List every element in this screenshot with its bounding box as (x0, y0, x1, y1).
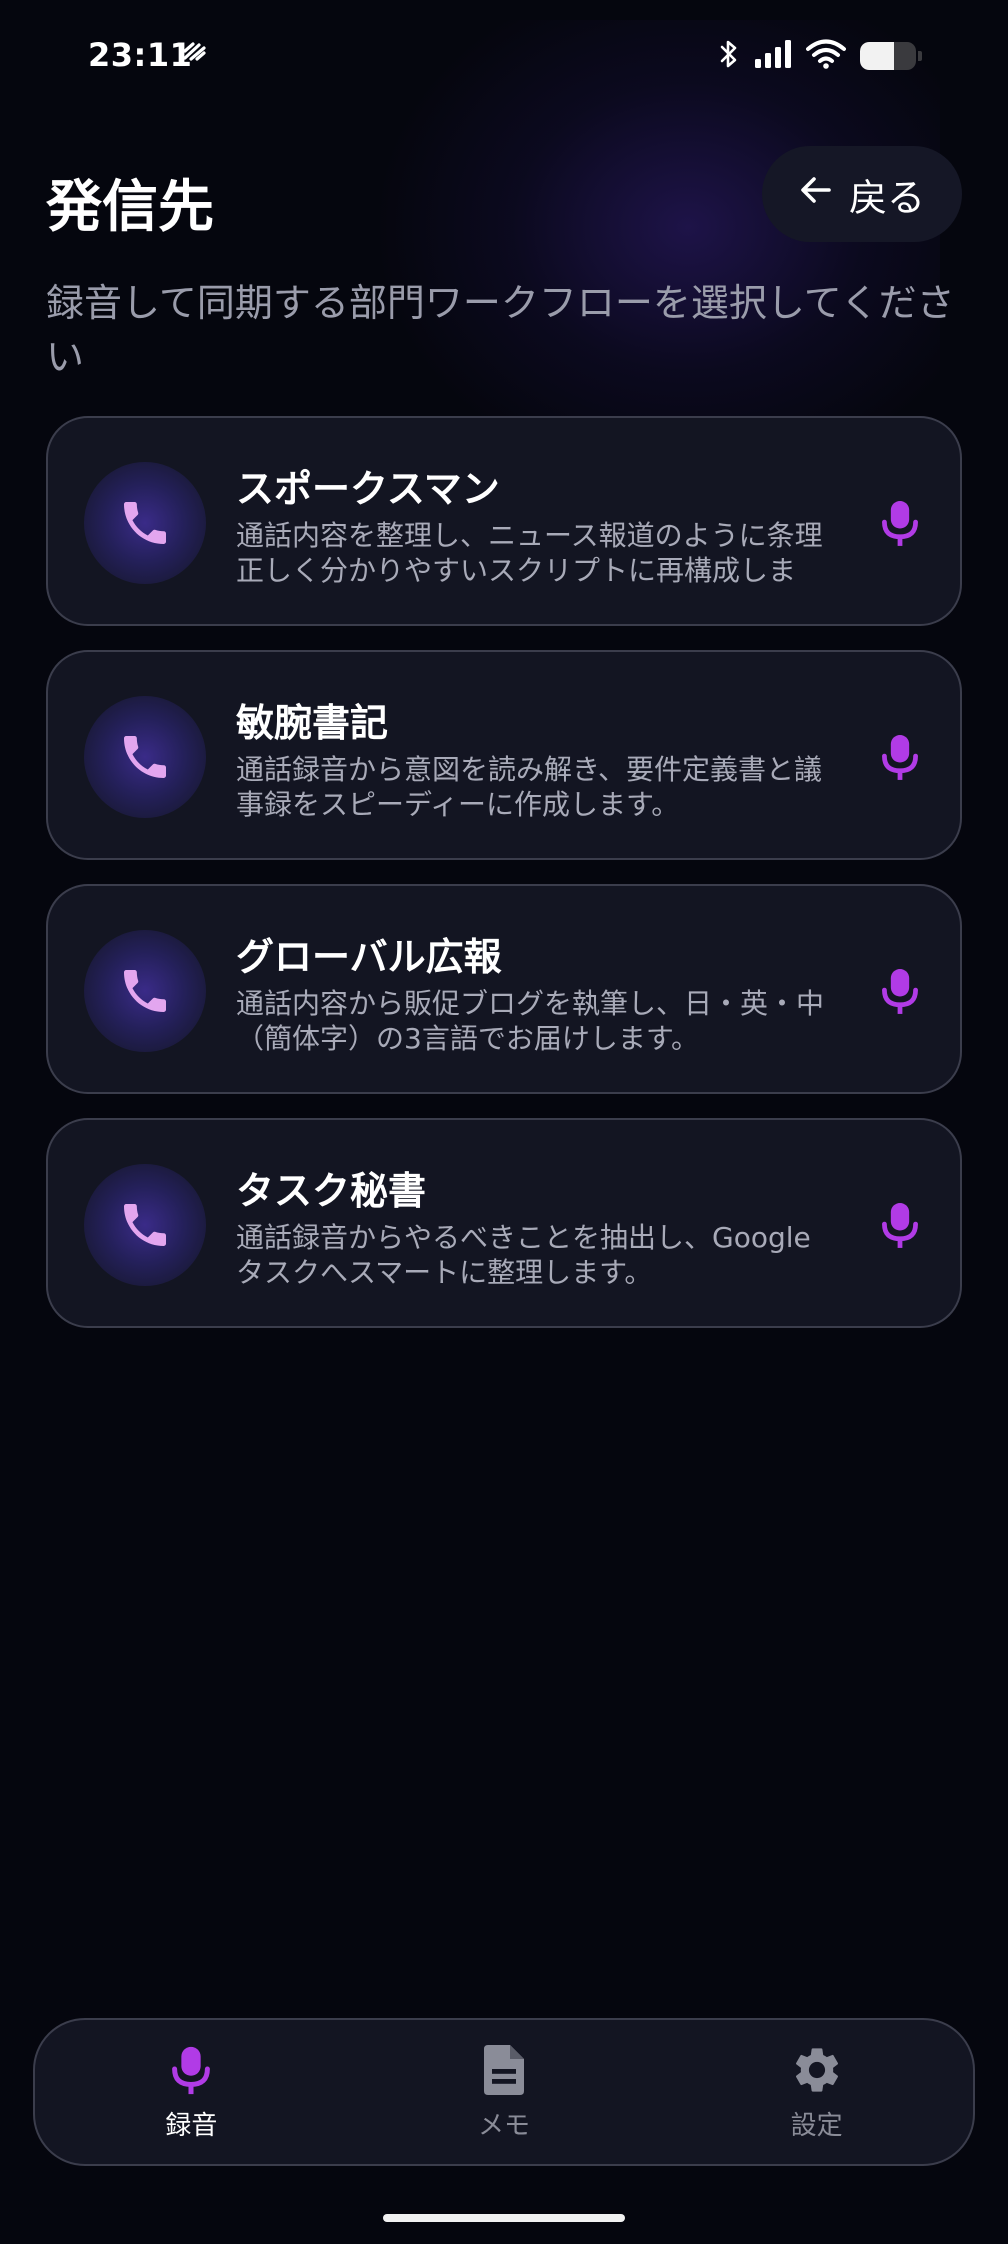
mic-icon[interactable] (878, 497, 922, 553)
mic-icon[interactable] (878, 1199, 922, 1255)
nav-tab-label: メモ (477, 2110, 530, 2141)
page-title: 発信先 (46, 175, 214, 240)
wifi-icon (806, 39, 846, 73)
document-icon (482, 2043, 526, 2101)
workflow-card-spokesman[interactable]: スポークスマン 通話内容を整理し、ニュース報道のように条理正しく分かりやすいスク… (46, 416, 962, 626)
page-subtitle: 録音して同期する部門ワークフローを選択してください (46, 281, 955, 379)
battery-fill (860, 42, 894, 70)
gear-icon (790, 2043, 844, 2101)
workflow-title: タスク秘書 (236, 1169, 427, 1213)
workflow-card-task-secretary[interactable]: タスク秘書 通話録音からやるべきことを抽出し、Google タスクへスマートに整… (46, 1118, 962, 1328)
mic-icon[interactable] (878, 965, 922, 1021)
phone-icon (84, 696, 206, 818)
nav-tab-label: 録音 (165, 2110, 218, 2141)
workflow-card-global-pr[interactable]: グローバル広報 通話内容から販促ブログを執筆し、日・英・中（簡体字）の3言語でお… (46, 884, 962, 1094)
back-button-label: 戻る (848, 175, 925, 220)
back-button[interactable]: 戻る (762, 146, 962, 242)
workflow-title: スポークスマン (236, 467, 500, 511)
mic-icon (167, 2043, 215, 2101)
app-notification-icon (182, 42, 208, 66)
battery-tip (918, 51, 922, 61)
workflow-description: 通話録音からやるべきことを抽出し、Google タスクへスマートに整理します。 (236, 1221, 811, 1289)
mic-icon[interactable] (878, 731, 922, 787)
workflow-description: 通話録音から意図を読み解き、要件定義書と議事録をスピーディーに作成します。 (236, 753, 823, 821)
bluetooth-icon (718, 38, 740, 74)
phone-icon (84, 930, 206, 1052)
arrow-left-icon (799, 172, 833, 216)
status-bar: 23:11 (0, 0, 1008, 110)
status-time: 23:11 (88, 36, 193, 74)
workflow-list: スポークスマン 通話内容を整理し、ニュース報道のように条理正しく分かりやすいスク… (46, 416, 962, 1352)
workflow-description: 通話内容から販促ブログを執筆し、日・英・中（簡体字）の3言語でお届けします。 (236, 987, 825, 1055)
workflow-description: 通話内容を整理し、ニュース報道のように条理正しく分かりやすいスクリプトに再構成し… (236, 519, 823, 587)
home-indicator[interactable] (383, 2214, 625, 2222)
workflow-card-secretary[interactable]: 敏腕書記 通話録音から意図を読み解き、要件定義書と議事録をスピーディーに作成しま… (46, 650, 962, 860)
phone-icon (84, 462, 206, 584)
workflow-title: 敏腕書記 (236, 701, 389, 745)
bottom-navigation: 録音 メモ 設定 (33, 2018, 975, 2166)
signal-icon (754, 39, 792, 73)
nav-tab-record[interactable]: 録音 (91, 2043, 291, 2142)
nav-tab-settings[interactable]: 設定 (717, 2043, 917, 2142)
workflow-title: グローバル広報 (236, 935, 502, 979)
nav-tab-memo[interactable]: メモ (404, 2043, 604, 2142)
battery-icon (860, 42, 916, 70)
phone-icon (84, 1164, 206, 1286)
nav-tab-label: 設定 (790, 2110, 843, 2141)
